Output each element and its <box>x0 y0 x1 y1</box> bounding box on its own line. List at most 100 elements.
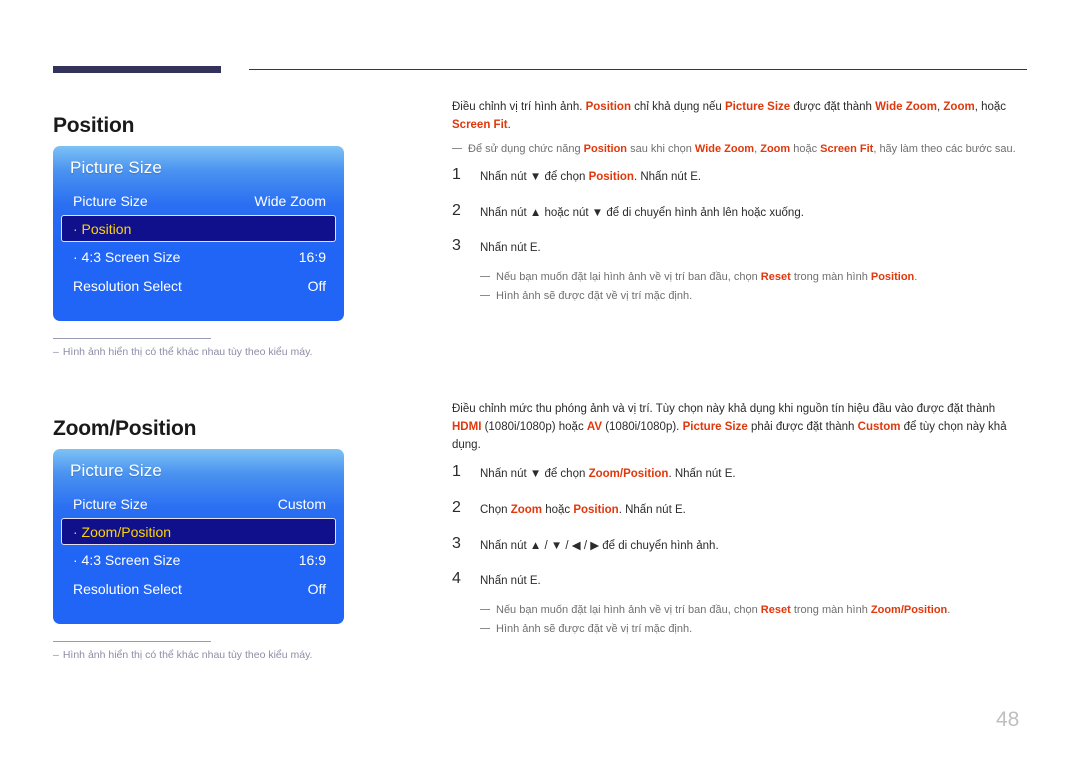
osd-menu-title: Picture Size <box>70 461 162 480</box>
step-text: Nhấn nút ▼ để chọn Position. Nhấn nút E. <box>480 166 701 186</box>
step-number: 1 <box>452 166 461 184</box>
text-run: , hãy làm theo các bước sau. <box>873 142 1016 155</box>
osd-row[interactable]: Resolution Select Off <box>53 271 344 300</box>
highlighted-term: Position <box>583 142 628 155</box>
text-run: Nhấn nút E. <box>480 242 541 255</box>
caption-body: Hình ảnh hiển thị có thể khác nhau tùy t… <box>62 346 313 358</box>
step-item: 3 Nhấn nút E. <box>452 237 1027 257</box>
text-run: trong màn hình <box>790 604 871 617</box>
page-number: 48 <box>996 708 1020 731</box>
highlighted-term: Picture Size <box>682 420 748 433</box>
figure-caption-2: – Hình ảnh hiển thị có thể khác nhau tùy … <box>53 641 383 661</box>
end-notes: Nếu bạn muốn đặt lại hình ảnh về vị trí … <box>480 602 1027 637</box>
text-run: (1080i/1080p) hoặc <box>481 420 587 433</box>
page-title-zoom-position: Zoom/Position <box>53 417 197 441</box>
highlighted-term: Picture Size <box>724 101 791 113</box>
steps-list: 1 Nhấn nút ▼ để chọn Position. Nhấn nút E… <box>452 166 1027 257</box>
osd-row-label: Resolution Select <box>73 277 182 294</box>
text-run: Hình ảnh sẽ được đặt về vị trí mặc định. <box>496 622 693 635</box>
osd-row-label: Resolution Select <box>73 580 182 597</box>
step-text: Nhấn nút E. <box>480 237 541 257</box>
osd-row[interactable]: · 4:3 Screen Size 16:9 <box>53 242 344 271</box>
highlighted-term: Reset <box>760 271 791 284</box>
end-notes: Nếu bạn muốn đặt lại hình ảnh về vị trí … <box>480 269 1027 304</box>
footnote: Nếu bạn muốn đặt lại hình ảnh về vị trí … <box>480 602 1027 619</box>
highlighted-term: Position <box>588 171 634 184</box>
step-text: Chọn Zoom hoặc Position. Nhấn nút E. <box>480 499 686 519</box>
text-run: Nhấn nút ▲ / ▼ / ◀ / ▶ để di chuyển hình… <box>480 539 719 552</box>
osd-menu-picture-size-1: Picture Size Picture Size Wide Zoom · Posi… <box>53 146 344 321</box>
step-number: 4 <box>452 570 461 588</box>
caption-body: Hình ảnh hiển thị có thể khác nhau tùy t… <box>62 649 313 661</box>
step-number: 1 <box>452 463 461 481</box>
osd-row-label: Picture Size <box>73 192 148 209</box>
osd-row-value: Custom <box>277 495 326 512</box>
osd-row-selected[interactable]: · Zoom/Position <box>61 518 336 545</box>
step-number: 2 <box>452 499 461 517</box>
text-run: Để sử dụng chức năng <box>468 142 584 155</box>
highlighted-term: HDMI <box>452 420 482 433</box>
text-run: , hoặc <box>974 101 1007 113</box>
intro-paragraph: Điều chỉnh vị trí hình ảnh. Position chỉ… <box>452 99 1027 135</box>
osd-row-label: · Zoom/Position <box>73 523 172 540</box>
highlighted-term: Zoom <box>510 504 542 517</box>
step-item: 2 Nhấn nút ▲ hoặc nút ▼ để di chuyển hình… <box>452 202 1027 222</box>
osd-row-selected[interactable]: · Position <box>61 215 336 242</box>
highlighted-term: Position <box>573 504 619 517</box>
text-run: hoặc <box>790 142 821 155</box>
page-title-position: Position <box>53 114 135 138</box>
osd-row-value: 16:9 <box>298 248 326 265</box>
text-run: . <box>914 271 918 284</box>
highlighted-term: Screen Fit <box>452 118 508 131</box>
section-body-zoom-position: Điều chỉnh mức thu phóng ảnh và vị trí. … <box>452 401 1027 637</box>
step-text: Nhấn nút ▲ / ▼ / ◀ / ▶ để di chuyển hình… <box>480 535 719 555</box>
text-run: phải được đặt thành <box>747 420 858 433</box>
step-text: Nhấn nút E. <box>480 570 541 590</box>
steps-list: 1 Nhấn nút ▼ để chọn Zoom/Position. Nhấn … <box>452 463 1027 590</box>
osd-row[interactable]: · 4:3 Screen Size 16:9 <box>53 545 344 574</box>
step-item: 2 Chọn Zoom hoặc Position. Nhấn nút E. <box>452 499 1027 519</box>
text-run: Điều chỉnh mức thu phóng ảnh và vị trí. … <box>452 403 996 415</box>
footnote: Hình ảnh sẽ được đặt về vị trí mặc định. <box>480 621 1027 638</box>
step-number: 3 <box>452 237 461 255</box>
osd-row[interactable]: Resolution Select Off <box>53 574 344 603</box>
osd-row[interactable]: Picture Size Wide Zoom <box>53 186 344 215</box>
text-run: chỉ khả dụng nếu <box>630 101 725 113</box>
footnote: Nếu bạn muốn đặt lại hình ảnh về vị trí … <box>480 269 1027 286</box>
text-run: Điều chỉnh vị trí hình ảnh. <box>452 101 586 113</box>
intro-note: Để sử dụng chức năng Position sau khi ch… <box>452 141 1027 158</box>
osd-menu-rows: Picture Size Custom · Zoom/Position · 4:3 S… <box>53 489 344 603</box>
osd-row-label: · 4:3 Screen Size <box>73 248 181 265</box>
osd-row-value: Off <box>307 580 326 597</box>
text-run: Nếu bạn muốn đặt lại hình ảnh về vị trí … <box>496 604 761 617</box>
highlighted-term: Custom <box>857 420 901 433</box>
text-run: Nếu bạn muốn đặt lại hình ảnh về vị trí … <box>496 271 761 284</box>
intro-paragraph: Điều chỉnh mức thu phóng ảnh và vị trí. … <box>452 401 1027 454</box>
text-run: Nhấn nút E. <box>480 575 541 588</box>
header-rule <box>53 66 1027 76</box>
caption-text: – Hình ảnh hiển thị có thể khác nhau tùy … <box>53 346 383 358</box>
highlighted-term: Zoom <box>760 142 791 155</box>
caption-dash: – <box>53 649 59 661</box>
header-rule-thin <box>249 69 1027 70</box>
osd-row[interactable]: Picture Size Custom <box>53 489 344 518</box>
step-text: Nhấn nút ▼ để chọn Zoom/Position. Nhấn n… <box>480 463 736 483</box>
text-run: Hình ảnh sẽ được đặt về vị trí mặc định. <box>496 289 693 302</box>
text-run: . Nhấn nút E. <box>618 504 686 517</box>
text-run: được đặt thành <box>790 101 876 113</box>
highlighted-term: Zoom <box>943 101 975 113</box>
highlighted-term: Screen Fit <box>820 142 874 155</box>
osd-row-value: Off <box>307 277 326 294</box>
header-rule-thick <box>53 66 221 73</box>
highlighted-term: Reset <box>760 604 791 617</box>
osd-menu-rows: Picture Size Wide Zoom · Position · 4:3 Scr… <box>53 186 344 300</box>
caption-dash: – <box>53 346 59 358</box>
osd-menu-title: Picture Size <box>70 158 162 177</box>
highlighted-term: Position <box>870 271 915 284</box>
text-run: Nhấn nút ▼ để chọn <box>480 171 589 184</box>
text-run: . <box>947 604 951 617</box>
highlighted-term: AV <box>586 420 603 433</box>
text-run: Chọn <box>480 504 511 517</box>
highlighted-term: Wide Zoom <box>875 101 937 113</box>
highlighted-term: Zoom/Position <box>588 468 669 481</box>
